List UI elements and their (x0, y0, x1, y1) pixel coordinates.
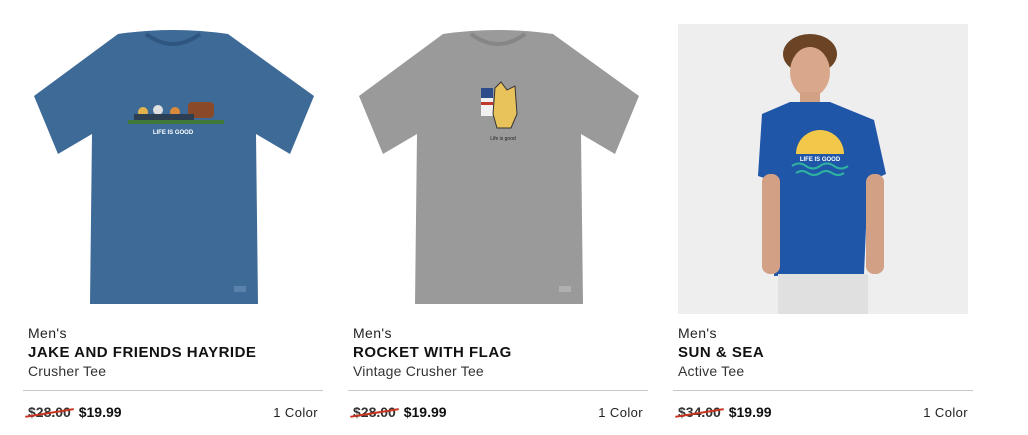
product-card[interactable]: LIFE IS GOOD Men's SUN & SEA Active Tee … (673, 0, 973, 435)
product-price: $34.00 $19.99 (678, 404, 772, 420)
product-price: $28.00 $19.99 (353, 404, 447, 420)
product-image[interactable]: Life is good (353, 24, 643, 314)
product-style: Active Tee (678, 363, 745, 379)
divider (673, 390, 973, 391)
product-name[interactable]: SUN & SEA (678, 344, 764, 361)
product-card[interactable]: Life is good Men's ROCKET WITH FLAG Vint… (348, 0, 648, 435)
product-gender: Men's (353, 325, 392, 341)
color-count[interactable]: 1 Color (598, 405, 643, 420)
product-image[interactable]: LIFE IS GOOD (28, 24, 318, 314)
product-name[interactable]: ROCKET WITH FLAG (353, 344, 512, 361)
original-price: $34.00 (678, 404, 721, 420)
model-photo-image: LIFE IS GOOD (678, 24, 968, 314)
product-name[interactable]: JAKE AND FRIENDS HAYRIDE (28, 344, 256, 361)
graphic-text: LIFE IS GOOD (153, 130, 194, 136)
sale-price: $19.99 (403, 404, 447, 420)
product-image[interactable]: LIFE IS GOOD (678, 24, 968, 314)
sale-price: $19.99 (728, 404, 772, 420)
graphic-text: LIFE IS GOOD (800, 157, 841, 163)
product-card[interactable]: LIFE IS GOOD Men's JAKE AND FRIENDS HAYR… (23, 0, 323, 435)
product-gender: Men's (28, 325, 67, 341)
color-count[interactable]: 1 Color (923, 405, 968, 420)
divider (348, 390, 648, 391)
product-price: $28.00 $19.99 (28, 404, 122, 420)
divider (23, 390, 323, 391)
blue-tee-image: LIFE IS GOOD (34, 30, 314, 304)
product-gender: Men's (678, 325, 717, 341)
product-style: Vintage Crusher Tee (353, 363, 484, 379)
product-style: Crusher Tee (28, 363, 107, 379)
gray-tee-image: Life is good (359, 30, 639, 304)
sale-price: $19.99 (78, 404, 122, 420)
original-price: $28.00 (28, 404, 71, 420)
original-price: $28.00 (353, 404, 396, 420)
graphic-text: Life is good (490, 136, 516, 142)
color-count[interactable]: 1 Color (273, 405, 318, 420)
